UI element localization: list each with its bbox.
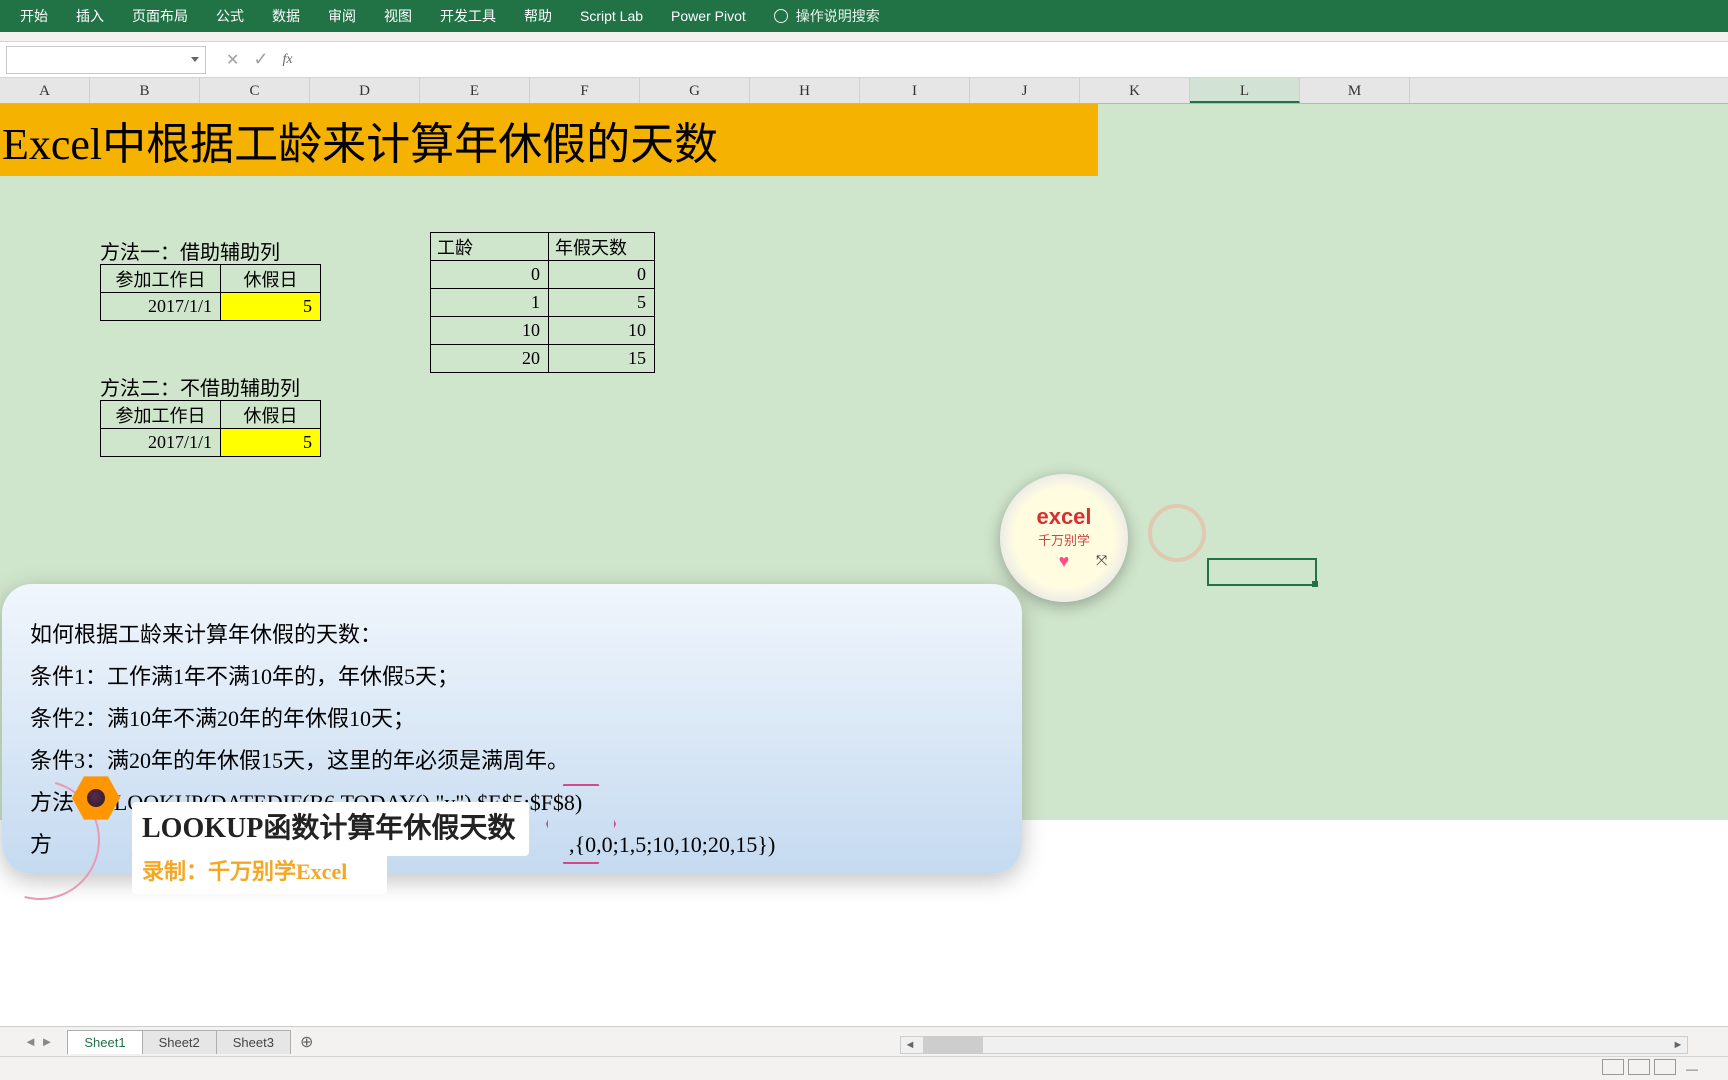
tab-help[interactable]: 帮助 [524,6,552,26]
col-H[interactable]: H [750,78,860,103]
ribbon-tabs: 开始 插入 页面布局 公式 数据 审阅 视图 开发工具 帮助 Script La… [0,0,1728,32]
note-line1: 如何根据工龄来计算年休假的天数： [30,614,994,656]
m1-h1: 参加工作日 [101,265,221,293]
formula-bar: ✕ ✓ fx [0,42,1728,78]
tab-data[interactable]: 数据 [272,6,300,26]
chevron-down-icon [191,57,199,62]
col-E[interactable]: E [420,78,530,103]
fx-icon[interactable]: fx [283,52,293,68]
m2-v1[interactable]: 2017/1/1 [101,429,221,457]
col-D[interactable]: D [310,78,420,103]
tab-formulas[interactable]: 公式 [216,6,244,26]
cancel-icon[interactable]: ✕ [226,50,239,70]
sheet-nav-arrows[interactable]: ◄ ► [24,1034,53,1049]
tab-powerpivot[interactable]: Power Pivot [671,8,746,24]
tab-view[interactable]: 视图 [384,6,412,26]
video-overlay-title: LOOKUP函数计算年休假天数 [132,802,529,856]
col-I[interactable]: I [860,78,970,103]
m1-v1[interactable]: 2017/1/1 [101,293,221,321]
tell-me-search[interactable]: 操作说明搜索 [774,6,908,26]
lk-r0c0[interactable]: 0 [431,261,549,289]
col-J[interactable]: J [970,78,1080,103]
add-sheet-button[interactable]: ⊕ [290,1030,323,1054]
badge-text1: excel [1036,504,1091,530]
lk-r1c0[interactable]: 1 [431,289,549,317]
status-bar: — [0,1056,1728,1080]
sheet-tab-2[interactable]: Sheet2 [142,1030,217,1054]
lk-h2: 年假天数 [549,233,655,261]
col-F[interactable]: F [530,78,640,103]
zoom-slider[interactable]: — [1686,1062,1698,1076]
m2-h2: 休假日 [221,401,321,429]
col-A[interactable]: A [0,78,90,103]
method1-caption: 方法一：借助辅助列 [100,236,280,265]
col-K[interactable]: K [1080,78,1190,103]
column-headers: A B C D E F G H I J K L M [0,78,1728,104]
click-indicator-ring [1148,504,1206,562]
view-buttons[interactable] [1598,1059,1676,1078]
tab-review[interactable]: 审阅 [328,6,356,26]
tab-home[interactable]: 开始 [20,6,48,26]
col-L[interactable]: L [1190,78,1300,103]
lk-r1c1[interactable]: 5 [549,289,655,317]
col-B[interactable]: B [90,78,200,103]
lookup-table: 工龄年假天数 00 15 1010 2015 [430,232,655,373]
note-line4: 条件3：满20年的年休假15天，这里的年必须是满周年。 [30,740,994,782]
method2-table: 参加工作日休假日 2017/1/15 [100,400,321,457]
lk-r2c1[interactable]: 10 [549,317,655,345]
video-overlay-subtitle: 录制：千万别学Excel [132,852,387,894]
note-line3: 条件2：满10年不满20年的年休假10天； [30,698,994,740]
selected-cell-L[interactable] [1207,558,1317,586]
scroll-right-icon[interactable]: ► [1669,1037,1687,1053]
col-G[interactable]: G [640,78,750,103]
ribbon-collapsed-area [0,32,1728,42]
sheet-tab-3[interactable]: Sheet3 [216,1030,291,1054]
m1-v2[interactable]: 5 [221,293,321,321]
tab-scriptlab[interactable]: Script Lab [580,8,643,24]
note-line2: 条件1：工作满1年不满10年的，年休假5天； [30,656,994,698]
watermark-badge: excel 千万别学 ♥ [1000,474,1128,602]
method2-caption: 方法二：不借助辅助列 [100,372,300,401]
sheet-title-banner: Excel中根据工龄来计算年休假的天数 [0,104,1098,176]
method1-table: 参加工作日休假日 2017/1/15 [100,264,321,321]
name-box[interactable] [6,46,206,74]
tab-insert[interactable]: 插入 [76,6,104,26]
m2-v2[interactable]: 5 [221,429,321,457]
lk-r3c1[interactable]: 15 [549,345,655,373]
sheet-tab-1[interactable]: Sheet1 [67,1030,142,1054]
heart-icon: ♥ [1059,551,1070,572]
m2-h1: 参加工作日 [101,401,221,429]
lk-r3c0[interactable]: 20 [431,345,549,373]
scroll-left-icon[interactable]: ◄ [901,1037,919,1053]
tab-layout[interactable]: 页面布局 [132,6,188,26]
move-cursor-icon: ⤧ [1096,552,1107,569]
lk-h1: 工龄 [431,233,549,261]
col-C[interactable]: C [200,78,310,103]
lk-r0c1[interactable]: 0 [549,261,655,289]
m1-h2: 休假日 [221,265,321,293]
col-M[interactable]: M [1300,78,1410,103]
lightbulb-icon [774,9,788,23]
tab-devtools[interactable]: 开发工具 [440,6,496,26]
worksheet-canvas[interactable]: Excel中根据工龄来计算年休假的天数 方法一：借助辅助列 参加工作日休假日 2… [0,104,1728,820]
scroll-thumb[interactable] [923,1037,983,1053]
horizontal-scrollbar[interactable]: ◄ ► [900,1036,1688,1054]
lk-r2c0[interactable]: 10 [431,317,549,345]
badge-text2: 千万别学 [1038,530,1090,549]
check-icon[interactable]: ✓ [253,49,268,70]
